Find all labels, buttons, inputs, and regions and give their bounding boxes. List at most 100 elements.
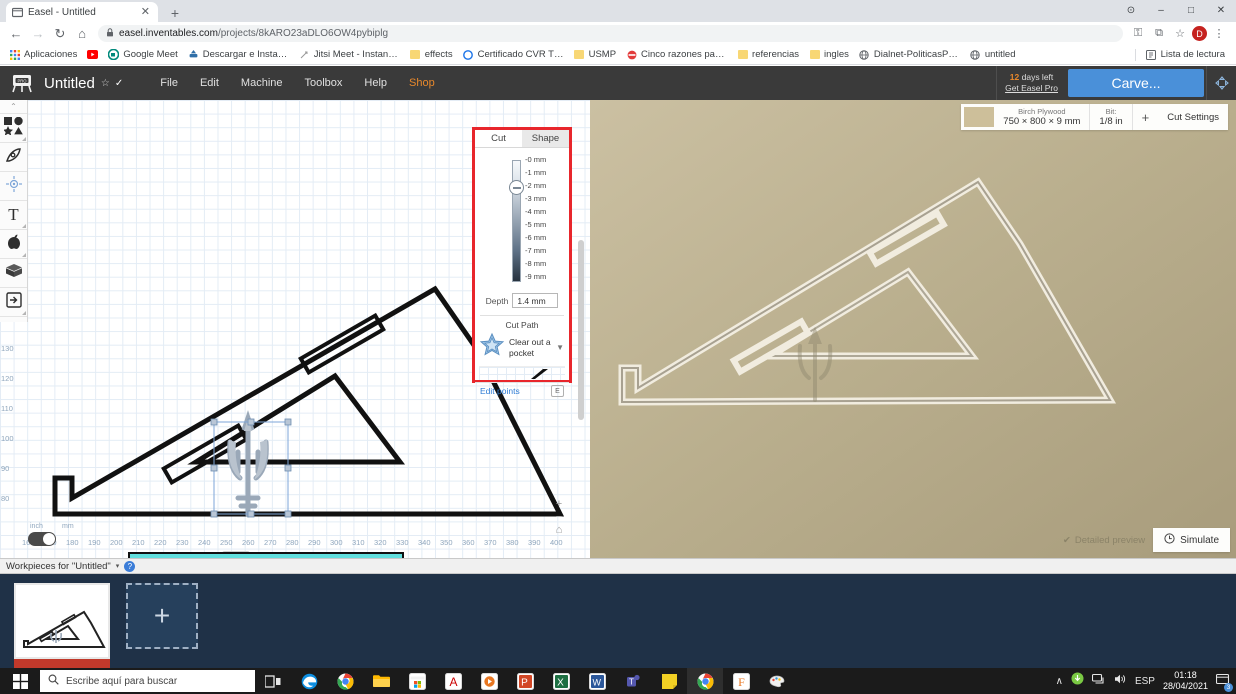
menu-help[interactable]: Help [353, 77, 398, 89]
edit-points-link[interactable]: Edit points [480, 386, 520, 396]
detailed-preview-toggle[interactable]: ✔ Detailed preview [1063, 535, 1145, 546]
material-cell[interactable]: Birch Plywood 750 × 800 × 9 mm [994, 104, 1091, 130]
paint-icon[interactable] [759, 668, 795, 694]
security-icon[interactable] [1071, 672, 1084, 690]
taskbar-clock[interactable]: 01:18 28/04/2021 [1163, 670, 1208, 693]
browser-menu-icon[interactable]: ⋮ [1210, 25, 1228, 43]
zoom-in-button[interactable]: + [556, 499, 562, 510]
network-icon[interactable] [1091, 672, 1106, 690]
add-bit-button[interactable]: + [1133, 104, 1159, 130]
three-d-preview[interactable]: Birch Plywood 750 × 800 × 9 mm Bit: 1/8 … [590, 100, 1236, 558]
bookmark-youtube[interactable] [83, 49, 104, 60]
avatar[interactable]: D [1192, 26, 1207, 41]
zoom-out-button[interactable]: − [556, 512, 562, 523]
key-icon[interactable]: ⚿ [1129, 25, 1147, 43]
bookmark-google-meet[interactable]: Google Meet [104, 49, 183, 60]
chrome-icon[interactable] [327, 668, 363, 694]
menu-file[interactable]: File [149, 77, 189, 89]
tab-cut[interactable]: Cut [475, 130, 522, 148]
back-icon[interactable]: ← [6, 24, 26, 44]
notifications-icon[interactable]: 3 [1215, 673, 1233, 692]
cut-path-selector[interactable]: Clear out a pocket ▼ [475, 330, 569, 363]
browser-tab[interactable]: Easel - Untitled ✕ [6, 2, 158, 22]
add-workpiece-button[interactable]: + [126, 583, 198, 649]
volume-icon[interactable] [1114, 672, 1127, 690]
carve-button[interactable]: Carve... [1068, 69, 1204, 97]
address-bar[interactable]: easel.inventables.com/projects/8kARO23aD… [98, 25, 1123, 42]
easel-pro-logo[interactable]: PRO [0, 66, 44, 100]
close-icon[interactable]: ✕ [139, 6, 152, 18]
menu-machine[interactable]: Machine [230, 77, 294, 89]
bookmark-cinco-razones[interactable]: Cinco razones para… [622, 49, 733, 60]
simulate-button[interactable]: Simulate [1153, 528, 1230, 552]
close-window-button[interactable]: ✕ [1206, 0, 1236, 22]
menu-toolbox[interactable]: Toolbox [294, 77, 354, 89]
cut-settings-button[interactable]: Cut Settings [1158, 104, 1228, 130]
bookmark-usmp[interactable]: USMP [570, 49, 622, 60]
bookmark-jitsi[interactable]: Jitsi Meet - Instant… [295, 49, 406, 60]
apps-tool[interactable] [0, 230, 27, 259]
slider-track[interactable] [512, 160, 521, 282]
pen-tool[interactable] [0, 143, 27, 172]
excel-icon[interactable]: X [543, 668, 579, 694]
reading-list-button[interactable]: Lista de lectura [1142, 49, 1231, 60]
easel-pro-promo[interactable]: 12 days left Get Easel Pro [996, 66, 1066, 100]
sticky-notes-icon[interactable] [651, 668, 687, 694]
task-view-icon[interactable] [255, 668, 291, 694]
start-button[interactable] [0, 673, 40, 689]
new-tab-button[interactable]: + [166, 4, 184, 22]
home-icon[interactable]: ⌂ [72, 24, 92, 44]
shapes-tool[interactable] [0, 114, 27, 143]
depth-input[interactable]: 1.4 mm [512, 293, 559, 308]
depth-slider[interactable]: -0 mm -1 mm -2 mm -3 mm -4 mm -5 mm -6 m… [475, 154, 569, 289]
bookmark-untitled[interactable]: untitled [966, 49, 1022, 60]
minimize-button[interactable]: – [1146, 0, 1176, 22]
text-tool[interactable]: T [0, 201, 27, 230]
bookmark-effects[interactable]: effects [406, 49, 459, 60]
maximize-button[interactable]: □ [1176, 0, 1206, 22]
bookmark-certificado[interactable]: Certificado CVR TE… [459, 49, 570, 60]
record-icon[interactable]: ⊙ [1116, 0, 1146, 22]
page-title[interactable]: Untitled [44, 75, 95, 92]
bit-cell[interactable]: Bit: 1/8 in [1090, 104, 1133, 130]
tab-shape[interactable]: Shape [522, 130, 569, 148]
zoom-fit-button[interactable]: ⌂ [556, 525, 563, 536]
import-tool[interactable] [0, 288, 27, 317]
media-player-icon[interactable] [471, 668, 507, 694]
menu-shop[interactable]: Shop [398, 77, 446, 89]
store-icon[interactable] [399, 668, 435, 694]
slider-knob[interactable] [509, 180, 524, 195]
bookmark-star-icon[interactable]: ☆ [1171, 25, 1189, 43]
chrome-active-icon[interactable] [687, 668, 723, 694]
help-icon[interactable]: ? [124, 560, 136, 572]
word-icon[interactable]: W [579, 668, 615, 694]
library-tool[interactable] [0, 259, 27, 288]
forward-icon[interactable]: → [28, 24, 48, 44]
bookmark-descargar[interactable]: Descargar e Instalar… [184, 49, 295, 60]
unit-toggle[interactable] [28, 532, 56, 546]
nudge-pad-icon[interactable] [1206, 66, 1236, 100]
toolbar-collapse-icon[interactable]: ⌃ [0, 100, 27, 114]
teams-icon[interactable]: T [615, 668, 651, 694]
taskbar-search[interactable]: Escribe aquí para buscar [40, 670, 255, 692]
reload-icon[interactable]: ↻ [50, 24, 70, 44]
menu-edit[interactable]: Edit [189, 77, 230, 89]
chevron-down-icon[interactable]: ▼ [556, 343, 564, 352]
favorite-star-icon[interactable]: ☆ [101, 78, 110, 89]
center-tool[interactable] [0, 172, 27, 201]
bookmark-ingles[interactable]: ingles [805, 49, 855, 60]
bookmark-referencias[interactable]: referencias [733, 49, 805, 60]
get-easel-pro-link[interactable]: Get Easel Pro [1005, 83, 1058, 94]
bookmark-apps[interactable]: Aplicaciones [5, 49, 83, 60]
extensions-icon[interactable]: ⧉ [1150, 25, 1168, 43]
acrobat-icon[interactable]: A [435, 668, 471, 694]
edge-icon[interactable] [291, 668, 327, 694]
foxit-icon[interactable]: F [723, 668, 759, 694]
chevron-down-icon[interactable]: ▾ [116, 562, 120, 570]
powerpoint-icon[interactable]: P [507, 668, 543, 694]
language-indicator[interactable]: ESP [1135, 676, 1155, 687]
canvas-vertical-scrollbar[interactable] [578, 240, 584, 420]
tray-chevron-icon[interactable]: ∧ [1056, 676, 1063, 687]
bookmark-dialnet[interactable]: Dialnet-PoliticasPu… [855, 49, 966, 60]
workpiece-thumbnail[interactable] [14, 583, 110, 659]
